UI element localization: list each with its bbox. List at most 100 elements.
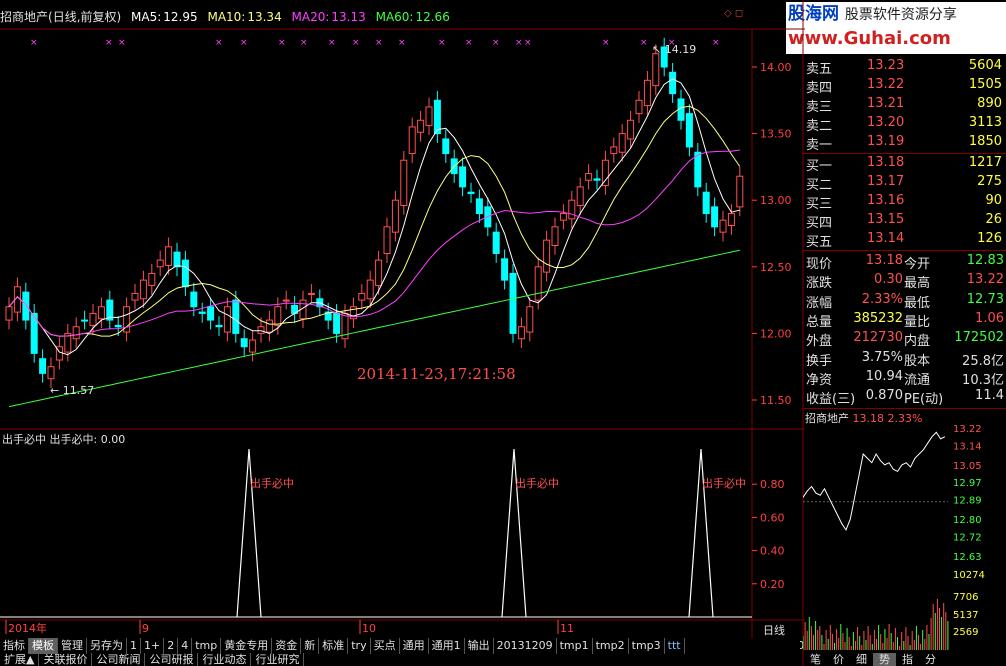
side-button[interactable]: 指 [896, 653, 919, 666]
bottom-tab[interactable]: 公司研报 [145, 653, 199, 666]
template-tab[interactable]: ttt [665, 638, 685, 654]
template-tab[interactable]: 通用 [400, 638, 429, 654]
template-tab[interactable]: tmp3 [629, 638, 665, 654]
template-tab[interactable]: 1 [127, 638, 141, 654]
bottom-tab[interactable]: 关联报价 [39, 653, 93, 666]
candlestick [39, 349, 47, 383]
candlestick [517, 317, 525, 349]
template-tab[interactable]: 20131209 [494, 638, 557, 654]
order-book-row: 卖四 13.22 1505 [803, 76, 1006, 96]
price-tick-label: 11.50 [760, 394, 792, 407]
candlestick [417, 110, 425, 142]
quote-row: 净资 10.94 流通 10.3亿 [803, 368, 1006, 388]
quote-value: 12.83 [966, 253, 1004, 268]
timestamp-watermark: 2014-11-23,17:21:58 [357, 365, 516, 383]
template-tab[interactable]: 输出 [465, 638, 494, 654]
bottom-tab[interactable]: 扩展▲ [0, 653, 40, 666]
quote-label: PE(动) [904, 392, 944, 408]
template-tab[interactable]: 另存为 [87, 638, 127, 654]
template-tab[interactable]: 通用1 [429, 638, 465, 654]
order-level-label: 卖四 [806, 81, 833, 96]
candlestick [501, 249, 509, 290]
template-tab[interactable]: 4 [178, 638, 193, 654]
bottom-tabs: 扩展▲ 关联报价 公司新闻 公司研报 行业动态 行业研究 [0, 653, 800, 666]
candlestick [685, 104, 693, 157]
order-level-label: 买一 [806, 159, 833, 174]
candlestick [72, 317, 80, 349]
candlestick [97, 297, 105, 329]
signal-marker: × [352, 38, 360, 48]
side-button[interactable]: 价 [827, 653, 850, 666]
template-tab[interactable]: tmp1 [557, 638, 593, 654]
indicator-tick-label: 0.60 [760, 511, 785, 524]
intraday-mini-chart: 13.22 13.14 13.05 12.97 12.89 12.80 12.72 12.63… [803, 424, 985, 650]
template-tab[interactable]: 新 [301, 638, 320, 654]
side-button[interactable]: 分 [919, 653, 942, 666]
mini-price-tick: 12.80 [953, 515, 982, 526]
signal-marker: × [492, 38, 500, 48]
candlestick [585, 164, 593, 190]
candlestick [711, 197, 719, 237]
quote-label: 流通 [904, 372, 931, 388]
bottom-tab[interactable]: 行业研究 [251, 653, 305, 666]
period-button[interactable]: 日线 [763, 622, 785, 638]
side-button[interactable]: 细 [850, 653, 873, 666]
candlestick [349, 297, 357, 329]
quote-row: 收益(三) 0.870 PE(动) 11.4 [803, 387, 1006, 408]
date-tick-label: 2014年 [8, 621, 47, 635]
order-level-label: 买二 [806, 178, 833, 193]
signal-marker: × [640, 38, 648, 48]
template-tab[interactable]: 2 [164, 638, 179, 654]
candlestick [408, 117, 416, 163]
quote-value: 10.3亿 [962, 372, 1004, 388]
bottom-tab[interactable]: 公司新闻 [92, 653, 146, 666]
quote-row: 涨幅 2.33% 最低 12.73 [803, 291, 1006, 311]
indicator-tick-label: 0.20 [760, 578, 785, 591]
quote-value: 10.94 [865, 368, 903, 384]
mini-price-tick: 13.14 [953, 441, 982, 452]
order-book-row: 卖二 13.20 3113 [803, 114, 1006, 134]
order-book-row: 卖一 13.19 1850 [803, 133, 1006, 153]
candlestick [106, 290, 114, 330]
bottom-tab[interactable]: 行业动态 [198, 653, 252, 666]
template-tab[interactable]: 模板 [29, 638, 58, 654]
template-tab[interactable]: tmp2 [593, 638, 629, 654]
quote-label: 内盘 [904, 334, 931, 350]
candlestick [215, 316, 223, 337]
high-price-marker: ↖ 14.19 [652, 43, 697, 56]
candlestick [601, 150, 609, 195]
candlestick [425, 97, 433, 135]
signal-marker: × [300, 38, 308, 48]
candlestick [627, 110, 635, 149]
quote-value: 13.18 [865, 253, 903, 268]
template-tab[interactable]: try [348, 638, 371, 654]
side-button[interactable]: 势 [873, 653, 896, 666]
candlestick [559, 204, 567, 230]
candlestick [543, 230, 551, 282]
template-tab[interactable]: 资金 [272, 638, 302, 654]
template-tab[interactable]: 指标 [0, 638, 29, 654]
signal-marker: × [524, 38, 532, 48]
template-tab[interactable]: 管理 [58, 638, 87, 654]
quote-row: 总量 385232 量比 1.06 [803, 310, 1006, 330]
order-book-row: 买二 13.17 275 [803, 173, 1006, 193]
quote-value: 3.75% [861, 349, 903, 365]
template-tab[interactable]: 标准 [319, 638, 349, 654]
side-button[interactable]: 笔 [804, 653, 827, 666]
site-logo: 股海网 股票软件资源分享 www.Guhai.com [786, 2, 1006, 54]
candlestick [610, 137, 618, 163]
mini-price-tick: 13.05 [953, 461, 982, 472]
template-tab[interactable]: 1+ [141, 638, 165, 654]
template-tab[interactable]: 黄金专用 [221, 638, 273, 654]
quote-label: 最高 [904, 276, 931, 292]
mini-volume-tick: 2569 [953, 627, 978, 638]
candlestick [223, 297, 231, 342]
candlestick [643, 70, 651, 115]
template-tab[interactable]: tmp [192, 638, 222, 654]
template-tab[interactable]: 买点 [371, 638, 400, 654]
mini-price-tick: 12.97 [953, 478, 982, 489]
signal-marker: × [118, 38, 126, 48]
quote-label: 现价 [806, 257, 833, 272]
candlestick [123, 297, 131, 342]
price-tick-label: 13.00 [760, 194, 792, 207]
